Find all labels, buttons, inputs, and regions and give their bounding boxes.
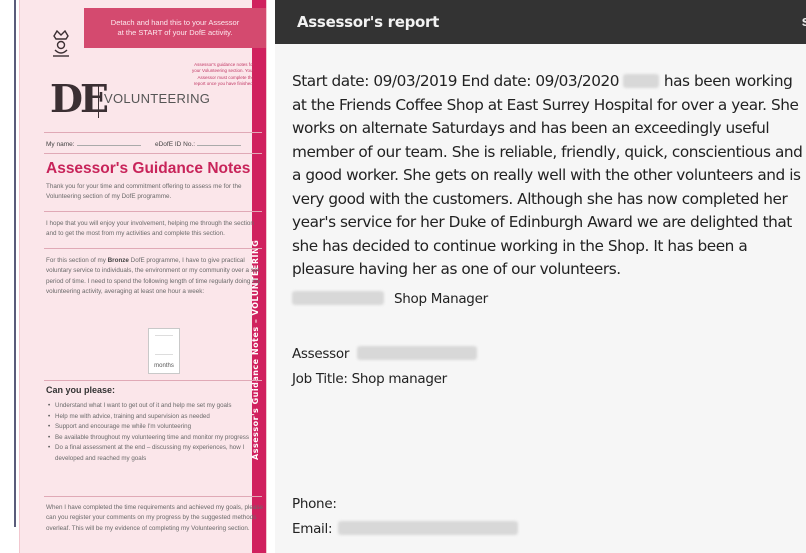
redacted-signatory: [292, 291, 384, 305]
signature-line: Shop Manager: [292, 291, 488, 307]
assessor-field: Assessor: [292, 346, 478, 362]
months-label: months: [154, 363, 174, 369]
email-label: Email:: [292, 521, 333, 537]
list-item: Understand what I want to get out of it …: [48, 401, 270, 412]
left-edge-rule: [14, 0, 16, 527]
my-name-label: My name:: [46, 141, 75, 148]
email-field: Email:: [292, 521, 519, 537]
requirement-paragraph: For this section of my Bronze DofE progr…: [46, 256, 266, 298]
start-date-label: Start date:: [292, 72, 374, 90]
header-right-glyph: s: [801, 13, 806, 30]
guidance-title: Assessor's Guidance Notes: [46, 160, 251, 177]
assessor-report: Assessor's report s Start date: 09/03/20…: [275, 0, 806, 553]
phone-field: Phone:: [292, 496, 337, 512]
months-box: months: [148, 328, 180, 374]
report-header: Assessor's report s: [275, 0, 806, 44]
list-item: Be available throughout my volunteering …: [48, 433, 270, 444]
edofe-id-label: eDofE ID No.:: [155, 141, 196, 148]
start-date: 09/03/2019: [373, 72, 458, 90]
closing-paragraph: When I have completed the time requireme…: [46, 504, 264, 532]
divider: [44, 211, 262, 212]
can-you-title: Can you please:: [46, 385, 116, 395]
end-date-label: End date:: [457, 72, 536, 90]
end-date: 09/03/2020: [535, 72, 620, 90]
divider: [44, 153, 262, 154]
hope-paragraph: I hope that you will enjoy your involvem…: [46, 220, 254, 238]
edofe-id-line: [197, 145, 242, 146]
detach-notice-line-2: at the START of your DofE activity.: [117, 28, 233, 37]
months-entry-lines: [155, 335, 173, 355]
assessor-label: Assessor: [292, 346, 350, 362]
job-title-value: Shop manager: [351, 371, 448, 387]
side-blurb: Assessor's guidance notes for your Volun…: [191, 62, 254, 86]
job-title-field: Job Title: Shop manager: [292, 371, 447, 387]
divider: [44, 132, 262, 133]
intro-paragraph: Thank you for your time and commitment o…: [46, 183, 242, 201]
list-item: Help me with advice, training and superv…: [48, 412, 270, 423]
job-title-label: Job Title:: [292, 371, 352, 387]
report-body: Start date: 09/03/2019 End date: 09/03/2…: [292, 70, 806, 282]
divider: [44, 380, 262, 381]
signature-role: Shop Manager: [394, 291, 488, 307]
award-level: Bronze: [107, 257, 129, 264]
detach-notice: Detach and hand this to your Assessor at…: [84, 8, 266, 48]
redacted-assessor-name: [357, 346, 478, 360]
my-name-field: My name:: [46, 141, 141, 148]
crown-icon: [53, 30, 69, 57]
redacted-name: [623, 74, 660, 88]
requirement-text-start: For this section of my: [46, 257, 108, 264]
list-item: Support and encourage me while I'm volun…: [48, 422, 270, 433]
divider: [44, 248, 262, 249]
list-item: Do a final assessment at the end – discu…: [48, 443, 270, 464]
report-title: Assessor's report: [297, 13, 440, 31]
divider: [44, 496, 262, 497]
redacted-email: [338, 521, 519, 535]
phone-label: Phone:: [292, 496, 337, 512]
my-name-line: [76, 145, 141, 146]
guidance-card: Assessor's Guidance Notes – VOLUNTEERING…: [20, 0, 266, 553]
side-label: Assessor's Guidance Notes – VOLUNTEERING: [251, 239, 260, 461]
detach-notice-line-1: Detach and hand this to your Assessor: [110, 17, 240, 27]
report-text: has been working at the Friends Coffee S…: [292, 72, 803, 278]
can-you-list: Understand what I want to get out of it …: [48, 401, 270, 464]
logo-divider: [98, 84, 99, 118]
edofe-id-field: eDofE ID No.:: [155, 141, 242, 148]
section-title: VOLUNTEERING: [104, 91, 211, 106]
